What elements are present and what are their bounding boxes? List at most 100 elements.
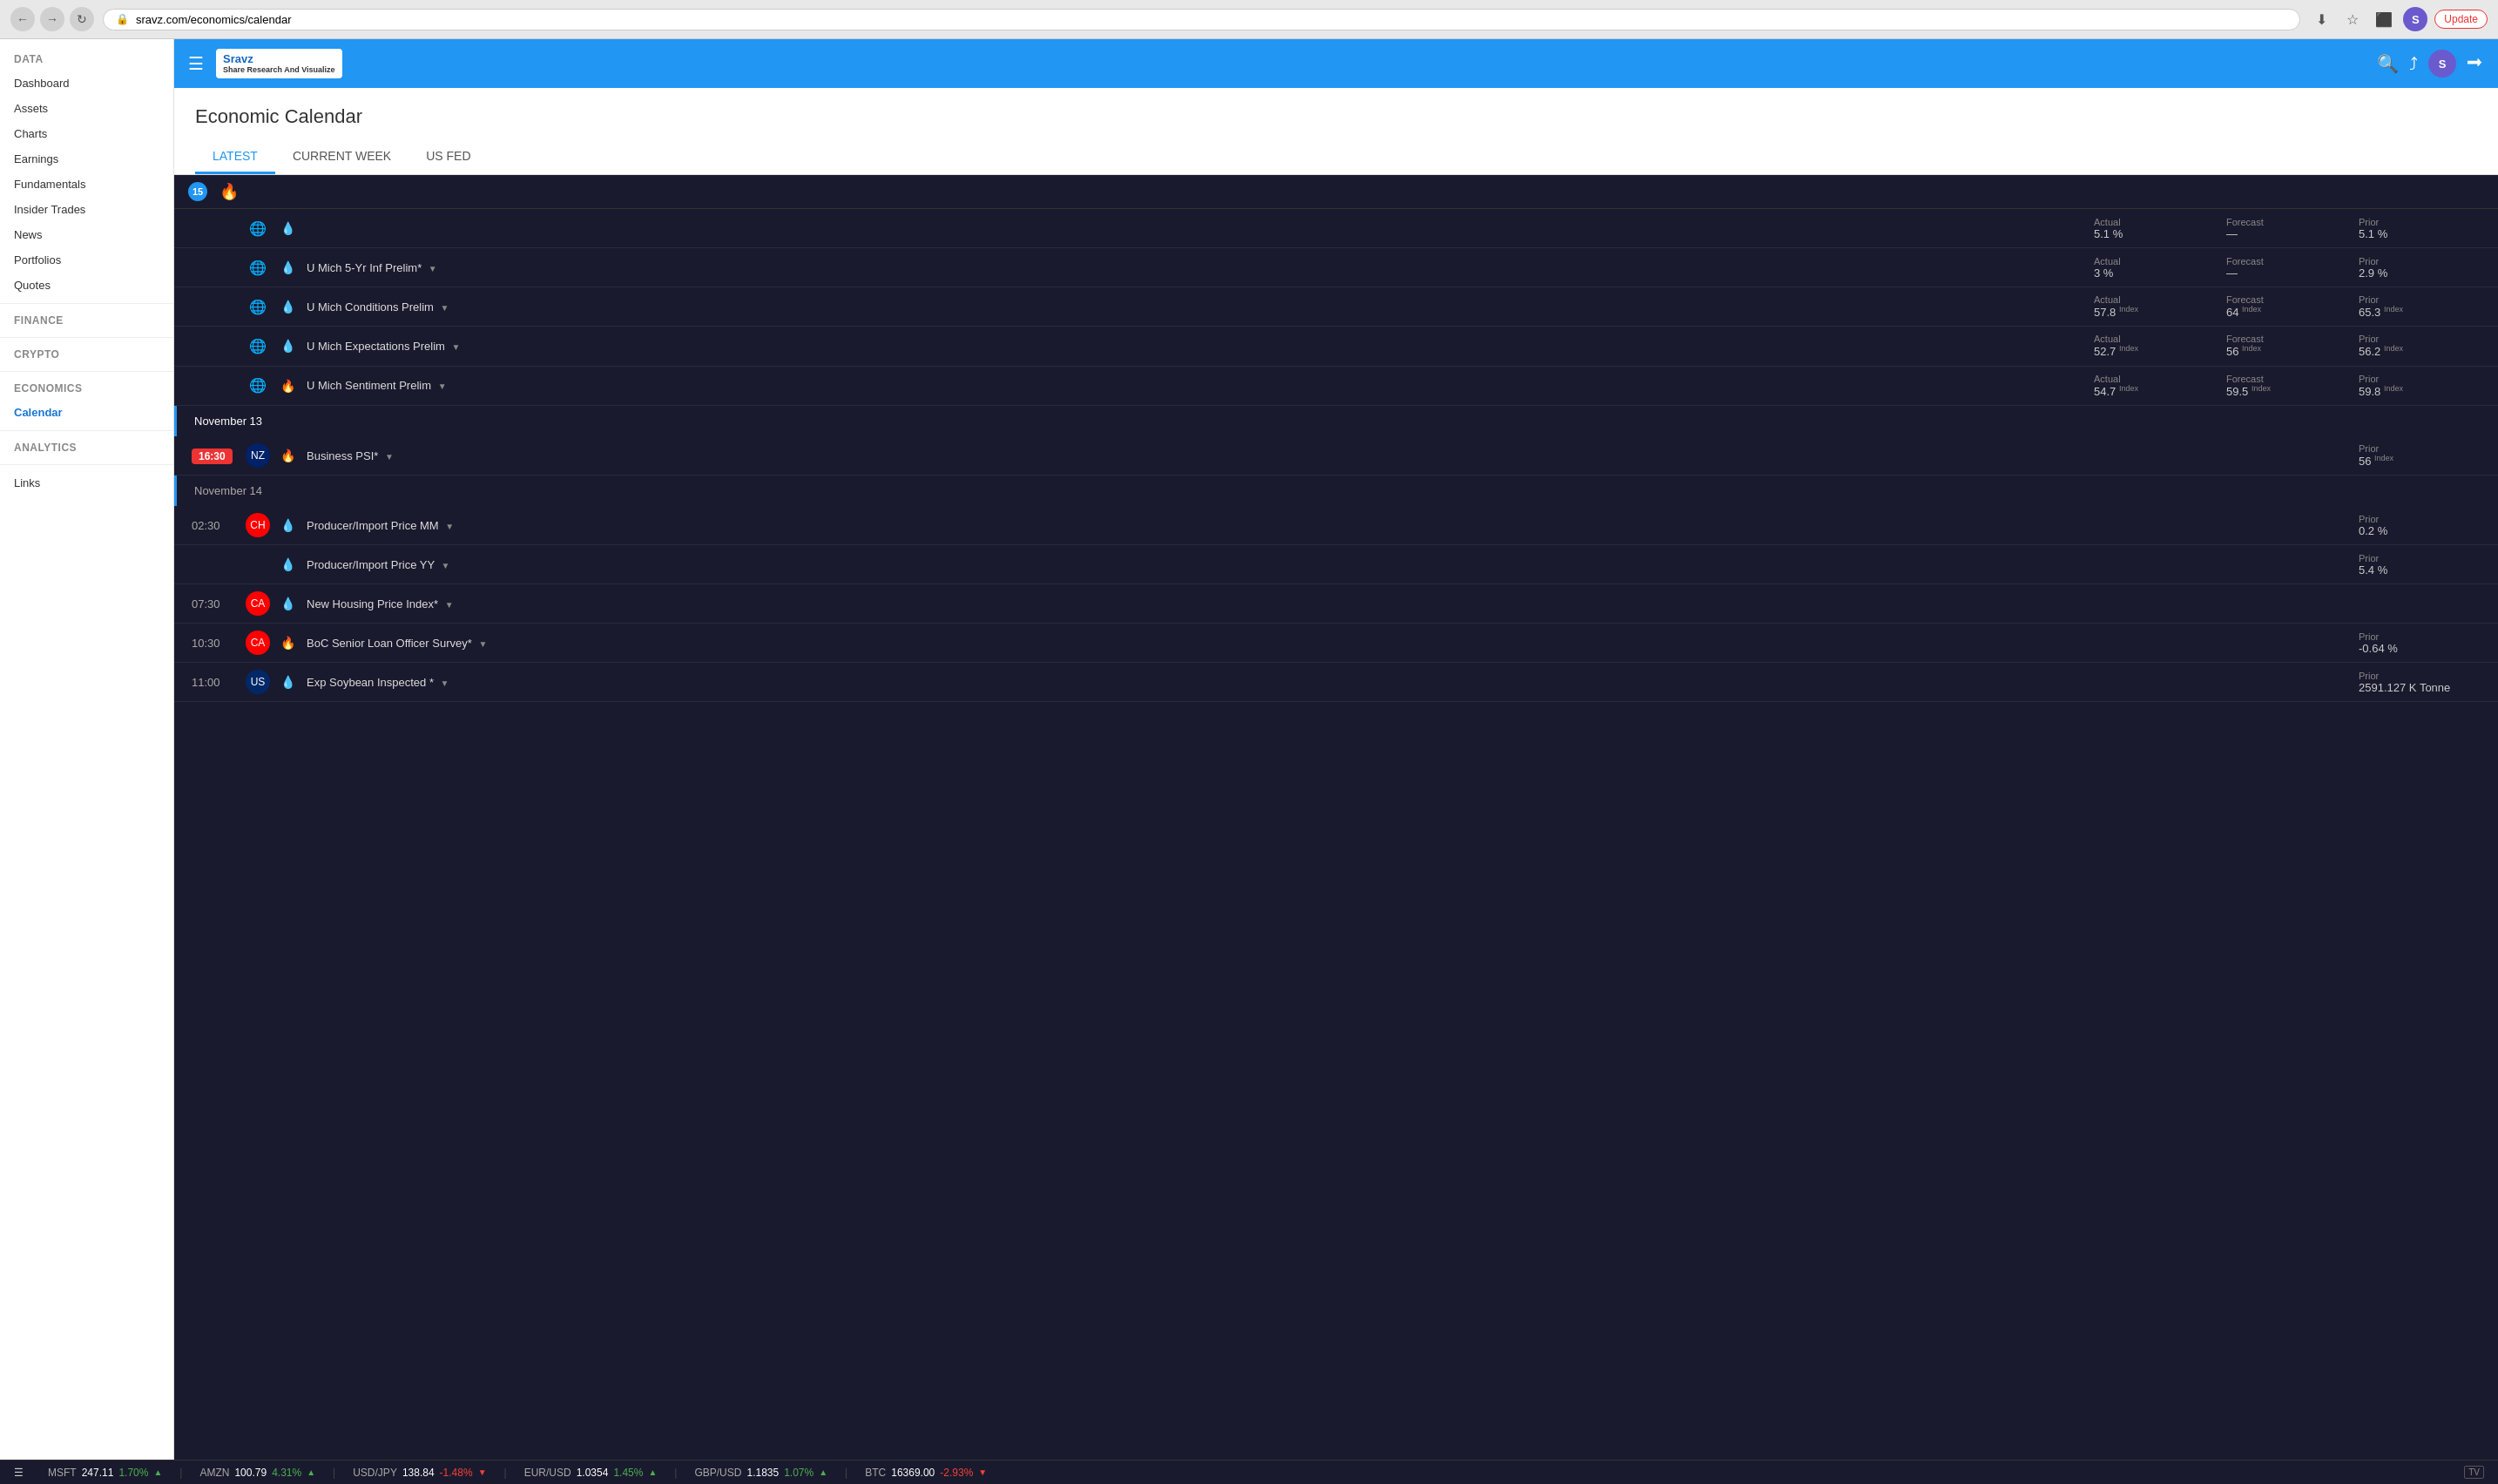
sidebar: Data Dashboard Assets Charts Earnings Fu… — [0, 39, 174, 1481]
sidebar-item-news[interactable]: News — [0, 222, 173, 247]
cal-actual: Actual 54.7 Index — [2094, 374, 2216, 398]
cal-importance: 🔥 — [280, 449, 296, 462]
event-row-producer-yy: 💧 Producer/Import Price YY ▼ Prior 5.4 % — [174, 545, 2498, 584]
cal-flag: 🌐 — [246, 255, 270, 280]
ticker-divider: | — [845, 1467, 847, 1479]
sidebar-item-earnings[interactable]: Earnings — [0, 146, 173, 172]
ticker-change: 1.70% — [118, 1467, 148, 1479]
cal-prior: Prior 56 Index — [2359, 443, 2481, 468]
logo-sub: Share Research And Visualize — [223, 65, 335, 75]
event-row-soybean: 11:00 US 💧 Exp Soybean Inspected * ▼ Pri… — [174, 663, 2498, 702]
lock-icon: 🔒 — [116, 13, 129, 25]
logo-box: Sravz Share Research And Visualize — [216, 49, 342, 78]
cal-flag-ca2: CA — [246, 631, 270, 655]
update-button[interactable]: Update — [2434, 10, 2488, 29]
sidebar-item-calendar[interactable]: Calendar — [0, 400, 173, 425]
top-navbar: ☰ Sravz Share Research And Visualize 🔍 ⤴… — [174, 39, 2498, 88]
cal-forecast-value: 64 Index — [2226, 305, 2348, 319]
cal-importance: 💧 — [280, 557, 296, 571]
chevron-down-icon: ▼ — [442, 561, 450, 570]
cal-event-name[interactable]: BoC Senior Loan Officer Survey* ▼ — [307, 637, 2083, 650]
navbar-avatar[interactable]: S — [2428, 50, 2456, 78]
live-badge: 15 — [188, 182, 207, 201]
cal-prior-value: 65.3 Index — [2359, 305, 2481, 319]
event-row-umich-expectations: 🌐 💧 U Mich Expectations Prelim ▼ Actual … — [174, 327, 2498, 366]
back-button[interactable]: ← — [10, 7, 35, 31]
search-button[interactable]: 🔍 — [2377, 53, 2399, 74]
cal-time: 11:00 — [192, 676, 235, 689]
logout-button[interactable]: ⮕ — [2467, 54, 2484, 74]
tab-us-fed[interactable]: US FED — [408, 140, 488, 174]
cal-importance: 💧 — [280, 675, 296, 689]
cal-prior-value: -0.64 % — [2359, 642, 2481, 655]
tab-current-week[interactable]: CURRENT WEEK — [275, 140, 408, 174]
sidebar-item-dashboard[interactable]: Dashboard — [0, 71, 173, 96]
event-row-umich-conditions: 🌐 💧 U Mich Conditions Prelim ▼ Actual 57… — [174, 287, 2498, 327]
hamburger-button[interactable]: ☰ — [188, 53, 204, 74]
sidebar-item-insider-trades[interactable]: Insider Trades — [0, 197, 173, 222]
cal-actual-label: Actual — [2094, 334, 2216, 344]
cal-actual-label: Actual — [2094, 294, 2216, 305]
sidebar-item-assets[interactable]: Assets — [0, 96, 173, 121]
sidebar-item-quotes[interactable]: Quotes — [0, 273, 173, 298]
ticker-msft: MSFT 247.11 1.70% ▲ — [48, 1467, 162, 1479]
cal-prior: Prior -0.64 % — [2359, 631, 2481, 655]
cal-forecast: Forecast 59.5 Index — [2226, 374, 2348, 398]
forward-button[interactable]: → — [40, 7, 64, 31]
ticker-divider: | — [333, 1467, 335, 1479]
cal-actual-value: 52.7 Index — [2094, 344, 2216, 358]
sidebar-section-crypto: Crypto — [0, 343, 173, 366]
cal-event-name[interactable]: New Housing Price Index* ▼ — [307, 597, 2083, 610]
cal-event-name[interactable]: Business PSI* ▼ — [307, 449, 2083, 462]
ticker-change: 1.07% — [784, 1467, 814, 1479]
cal-importance: 💧 — [280, 518, 296, 532]
cal-prior: Prior 5.4 % — [2359, 553, 2481, 577]
cal-actual: Actual 3 % — [2094, 256, 2216, 280]
ticker-amzn: AMZN 100.79 4.31% ▲ — [199, 1467, 315, 1479]
nov14-label: November 14 — [194, 484, 262, 497]
address-bar[interactable]: 🔒 — [103, 9, 2300, 30]
chevron-down-icon: ▼ — [452, 342, 461, 352]
cal-event-name[interactable]: U Mich Expectations Prelim ▼ — [307, 340, 2083, 353]
sidebar-item-charts[interactable]: Charts — [0, 121, 173, 146]
refresh-button[interactable]: ↻ — [70, 7, 94, 31]
user-avatar[interactable]: S — [2403, 7, 2427, 31]
sidebar-section-data: Data — [0, 48, 173, 71]
cal-event-name[interactable]: Producer/Import Price MM ▼ — [307, 519, 2083, 532]
cal-flag: 🌐 — [246, 334, 270, 358]
cal-event-name[interactable]: Exp Soybean Inspected * ▼ — [307, 676, 2083, 689]
url-input[interactable] — [136, 13, 2287, 26]
ticker-price: 1.1835 — [746, 1467, 779, 1479]
sidebar-item-portfolios[interactable]: Portfolios — [0, 247, 173, 273]
cal-actual-label: Actual — [2094, 374, 2216, 384]
cal-event-name[interactable]: Producer/Import Price YY ▼ — [307, 558, 2083, 571]
tab-latest[interactable]: LATEST — [195, 140, 275, 174]
ticker-change: -1.48% — [440, 1467, 473, 1479]
star-icon[interactable]: ☆ — [2340, 7, 2365, 31]
ticker-divider: | — [674, 1467, 677, 1479]
share-button[interactable]: ⤴ — [2409, 54, 2418, 74]
event-row-producer-mm: 02:30 CH 💧 Producer/Import Price MM ▼ Pr… — [174, 506, 2498, 545]
download-icon[interactable]: ⬇ — [2309, 7, 2333, 31]
cal-event-name[interactable]: U Mich Conditions Prelim ▼ — [307, 300, 2083, 314]
date-header-nov13: November 13 — [174, 406, 2498, 436]
cal-event-name[interactable]: U Mich Sentiment Prelim ▼ — [307, 379, 2083, 392]
tradingview-logo: TV — [2464, 1466, 2484, 1479]
chevron-down-icon: ▼ — [478, 639, 487, 649]
chevron-down-icon: ▼ — [441, 303, 449, 313]
ticker-gbpusd: GBP/USD 1.1835 1.07% ▲ — [694, 1467, 827, 1479]
cal-forecast-value: — — [2226, 227, 2348, 240]
cal-actual-value: 5.1 % — [2094, 227, 2216, 240]
sidebar-item-fundamentals[interactable]: Fundamentals — [0, 172, 173, 197]
browser-chrome: ← → ↻ 🔒 ⬇ ☆ ⬛ S Update — [0, 0, 2498, 39]
extension-icon[interactable]: ⬛ — [2372, 7, 2396, 31]
cal-flag: 🌐 — [246, 216, 270, 240]
cal-forecast: Forecast — — [2226, 256, 2348, 280]
cal-flag-empty — [246, 552, 270, 577]
cal-prior: Prior 2.9 % — [2359, 256, 2481, 280]
sidebar-item-links[interactable]: Links — [0, 470, 173, 496]
chevron-down-icon: ▼ — [429, 264, 437, 273]
event-row-umich-sentiment: 🌐 🔥 U Mich Sentiment Prelim ▼ Actual 54.… — [174, 367, 2498, 406]
sidebar-divider-5 — [0, 464, 173, 465]
cal-event-name[interactable]: U Mich 5-Yr Inf Prelim* ▼ — [307, 261, 2083, 274]
